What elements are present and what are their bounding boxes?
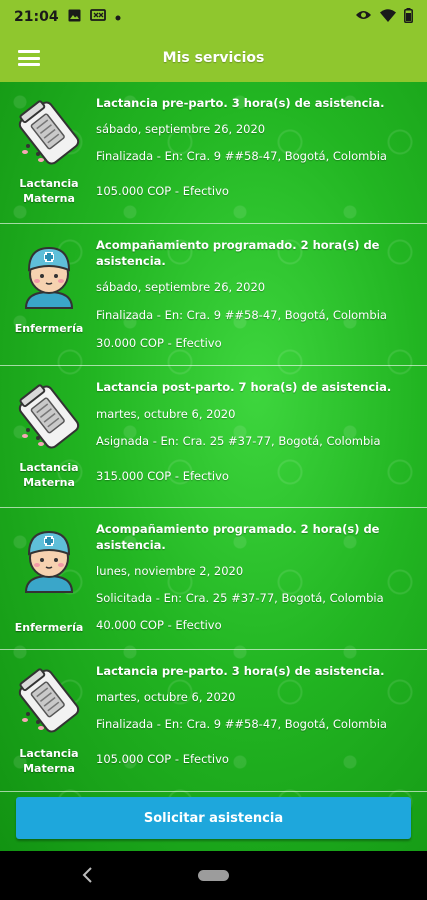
service-title: Acompañamiento programado. 2 hora(s) de …	[96, 522, 380, 552]
nurse-icon	[24, 246, 74, 309]
service-date: martes, octubre 6, 2020	[96, 690, 236, 704]
app-bar: Mis servicios	[0, 34, 427, 82]
service-date: martes, octubre 6, 2020	[96, 407, 236, 421]
service-price: 40.000 COP - Efectivo	[96, 618, 222, 632]
service-title: Lactancia pre-parto. 3 hora(s) de asiste…	[96, 96, 385, 110]
system-nav-bar	[0, 851, 427, 900]
breast-pump-icon	[18, 100, 80, 165]
nurse-icon	[24, 530, 74, 593]
breast-pump-icon	[18, 384, 80, 449]
services-list[interactable]: Lactancia Materna Lactancia pre-parto. 3…	[0, 82, 427, 851]
category-label: Enfermería	[14, 322, 84, 335]
service-card[interactable]: Lactancia Materna Lactancia pre-parto. 3…	[0, 82, 427, 224]
service-status-address: Finalizada - En: Cra. 9 ##58-47, Bogotá,…	[96, 717, 387, 731]
service-status-address: Finalizada - En: Cra. 9 ##58-47, Bogotá,…	[96, 308, 387, 322]
service-status-address: Finalizada - En: Cra. 9 ##58-47, Bogotá,…	[96, 149, 387, 163]
category-label: Lactancia Materna	[19, 461, 79, 489]
service-date: lunes, noviembre 2, 2020	[96, 564, 244, 578]
service-title: Lactancia post-parto. 7 hora(s) de asist…	[96, 380, 392, 394]
service-date: sábado, septiembre 26, 2020	[96, 122, 266, 136]
service-info: Lactancia pre-parto. 3 hora(s) de asiste…	[96, 663, 415, 767]
status-time: 21:04	[14, 9, 59, 25]
service-info: Lactancia post-parto. 7 hora(s) de asist…	[96, 379, 415, 484]
home-pill[interactable]	[198, 870, 229, 881]
service-title: Lactancia pre-parto. 3 hora(s) de asiste…	[96, 664, 385, 678]
category-label: Lactancia Materna	[19, 177, 79, 205]
service-title: Acompañamiento programado. 2 hora(s) de …	[96, 238, 380, 268]
request-assistance-button[interactable]: Solicitar asistencia	[16, 797, 411, 839]
service-price: 105.000 COP - Efectivo	[96, 184, 229, 198]
service-status-address: Solicitada - En: Cra. 25 #37-77, Bogotá,…	[96, 591, 384, 605]
request-button-wrap: Solicitar asistencia	[16, 797, 411, 839]
back-icon[interactable]	[80, 866, 96, 884]
service-card[interactable]: Enfermería Acompañamiento programado. 2 …	[0, 224, 427, 366]
service-price: 315.000 COP - Efectivo	[96, 469, 229, 483]
dot-icon	[115, 9, 121, 25]
breast-pump-icon	[18, 668, 80, 733]
service-card[interactable]: Enfermería Acompañamiento programado. 2 …	[0, 508, 427, 650]
cast-icon	[89, 9, 106, 25]
status-bar: 21:04	[0, 0, 427, 34]
page-title: Mis servicios	[162, 50, 265, 66]
service-date: sábado, septiembre 26, 2020	[96, 280, 266, 294]
eye-icon	[355, 9, 372, 25]
service-card[interactable]: Lactancia Materna Lactancia pre-parto. 3…	[0, 650, 427, 792]
service-info: Acompañamiento programado. 2 hora(s) de …	[96, 237, 415, 351]
service-status-address: Asignada - En: Cra. 25 #37-77, Bogotá, C…	[96, 434, 381, 448]
category-label: Lactancia Materna	[19, 747, 79, 775]
service-card[interactable]: Lactancia Materna Lactancia post-parto. …	[0, 366, 427, 508]
service-price: 30.000 COP - Efectivo	[96, 336, 222, 350]
menu-icon[interactable]	[18, 47, 40, 69]
service-info: Lactancia pre-parto. 3 hora(s) de asiste…	[96, 95, 415, 199]
service-info: Acompañamiento programado. 2 hora(s) de …	[96, 521, 415, 633]
wifi-icon	[380, 8, 396, 26]
battery-icon	[404, 7, 413, 27]
image-icon	[68, 9, 81, 26]
category-label: Enfermería	[14, 621, 84, 634]
service-price: 105.000 COP - Efectivo	[96, 752, 229, 766]
